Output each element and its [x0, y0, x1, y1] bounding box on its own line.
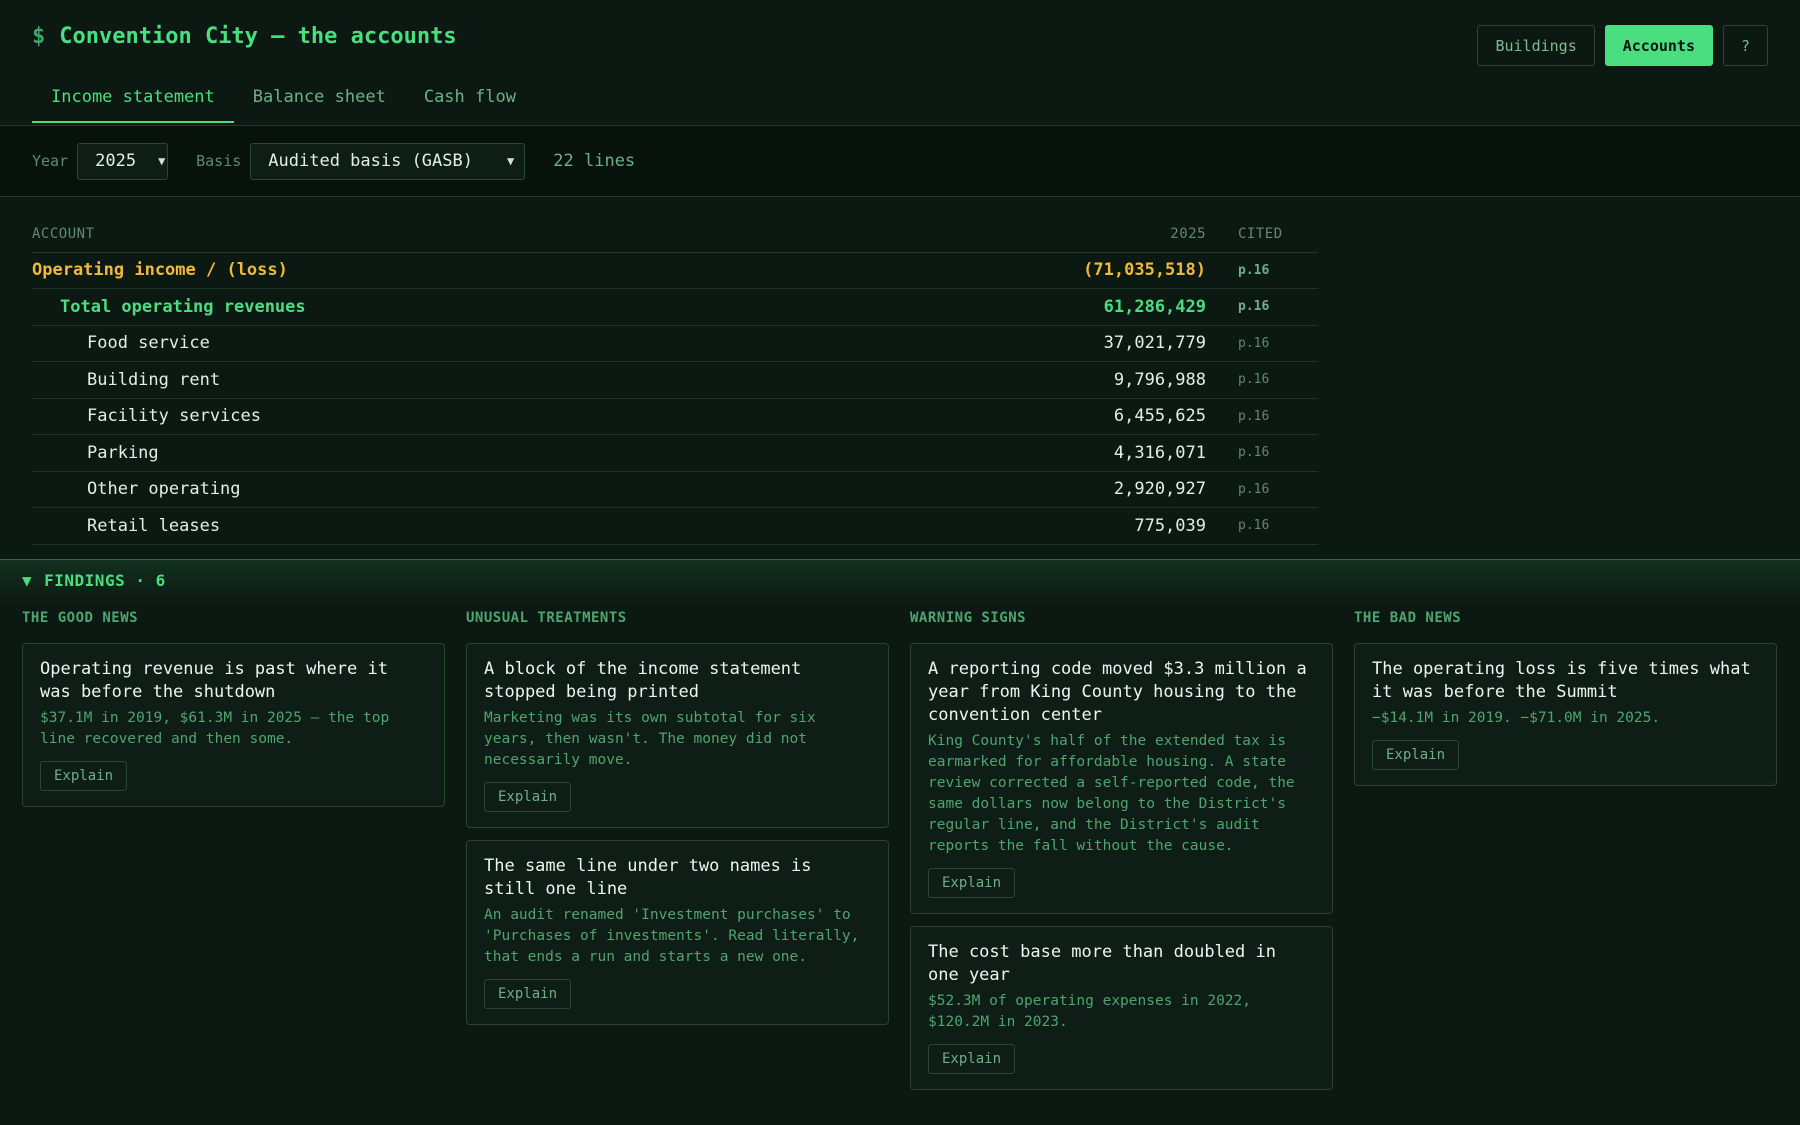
citation-link[interactable]: p.16 [1206, 471, 1318, 508]
account-value: 775,039 [842, 507, 1206, 545]
account-name: Other operating [32, 471, 843, 508]
column-header-account: ACCOUNT [32, 216, 843, 253]
column-header-cited: CITED [1206, 216, 1318, 253]
account-name: Operating income / (loss) [32, 252, 843, 289]
citation-link[interactable]: p.16 [1206, 434, 1318, 472]
finding-title: A reporting code moved $3.3 million a ye… [928, 659, 1307, 725]
citation-link[interactable]: p.16 [1206, 361, 1318, 399]
account-value: 4,316,071 [842, 434, 1206, 472]
finding-card: A block of the income statement stopped … [466, 643, 889, 828]
findings-column-unusual-treatments: UNUSUAL TREATMENTS A block of the income… [466, 610, 889, 1102]
account-name: Retail leases [32, 507, 843, 545]
account-value: 9,796,988 [842, 361, 1206, 399]
help-button[interactable]: ? [1723, 25, 1768, 66]
citation-link[interactable]: p.16 [1206, 325, 1318, 362]
findings-column-bad-news: THE BAD NEWS The operating loss is five … [1354, 610, 1777, 1102]
finding-card: The operating loss is five times what it… [1354, 643, 1777, 786]
table-row[interactable]: Other operating 2,920,927 p.16 [32, 471, 1318, 508]
year-label: Year [32, 152, 69, 170]
explain-button[interactable]: Explain [1372, 740, 1460, 770]
explain-button[interactable]: Explain [40, 761, 128, 791]
column-title: UNUSUAL TREATMENTS [466, 610, 627, 626]
explain-button[interactable]: Explain [484, 782, 572, 812]
table-row[interactable]: Retail leases 775,039 p.16 [32, 507, 1318, 545]
account-value: 61,286,429 [842, 288, 1206, 326]
chevron-down-icon: ▼ [507, 154, 515, 168]
account-name: Total operating revenues [32, 288, 843, 326]
tab-income-statement[interactable]: Income statement [32, 76, 234, 123]
account-value: 6,455,625 [842, 398, 1206, 435]
finding-title: The same line under two names is still o… [484, 856, 812, 899]
explain-button[interactable]: Explain [928, 868, 1016, 898]
account-value: 2,920,927 [842, 471, 1206, 508]
finding-body: Marketing was its own subtotal for six y… [484, 710, 816, 768]
accounts-button[interactable]: Accounts [1604, 25, 1713, 66]
account-name: Building rent [32, 361, 843, 399]
findings-panel: ▼ FINDINGS · 6 THE GOOD NEWS Operating re… [0, 559, 1800, 1125]
column-title: THE GOOD NEWS [22, 610, 139, 626]
finding-body: −$14.1M in 2019. −$71.0M in 2025. [1372, 710, 1661, 726]
account-name: Facility services [32, 398, 843, 435]
account-value: 37,021,779 [842, 325, 1206, 362]
findings-columns: THE GOOD NEWS Operating revenue is past … [22, 610, 1778, 1102]
view-switcher: Buildings Accounts ? [1477, 25, 1768, 66]
findings-toggle[interactable]: ▼ FINDINGS · 6 [22, 571, 166, 590]
findings-column-warning-signs: WARNING SIGNS A reporting code moved $3.… [910, 610, 1333, 1102]
citation-link[interactable]: p.16 [1206, 288, 1318, 326]
table-row[interactable]: Parking 4,316,071 p.16 [32, 434, 1318, 472]
account-name: Parking [32, 434, 843, 472]
basis-label: Basis [196, 152, 242, 170]
app-header: $ Convention City — the accounts Building… [0, 0, 1800, 126]
basis-select[interactable]: Audited basis (GASB) ▼ [250, 142, 526, 180]
finding-card: A reporting code moved $3.3 million a ye… [910, 643, 1333, 914]
page-title-text: Convention City — the accounts [59, 24, 457, 49]
statement-tabs: Income statement Balance sheet Cash flow [32, 76, 535, 123]
year-select[interactable]: 2025 ▼ [77, 142, 169, 180]
line-count: 22 lines [553, 151, 636, 171]
citation-link[interactable]: p.16 [1206, 252, 1318, 289]
findings-title: FINDINGS · 6 [44, 571, 166, 590]
basis-select-value: Audited basis (GASB) [268, 151, 473, 171]
table-header-row: ACCOUNT 2025 CITED [32, 216, 1318, 253]
citation-link[interactable]: p.16 [1206, 398, 1318, 435]
table-row[interactable]: Facility services 6,455,625 p.16 [32, 398, 1318, 435]
page-title: $ Convention City — the accounts [32, 24, 457, 49]
column-header-year: 2025 [842, 216, 1206, 253]
table-row[interactable]: Total operating revenues 61,286,429 p.16 [32, 288, 1318, 326]
finding-title: A block of the income statement stopped … [484, 659, 802, 702]
finding-body: $37.1M in 2019, $61.3M in 2025 — the top… [40, 710, 390, 747]
tab-cash-flow[interactable]: Cash flow [405, 76, 535, 123]
chevron-down-icon: ▼ [158, 154, 166, 168]
finding-body: King County's half of the extended tax i… [928, 733, 1295, 854]
explain-button[interactable]: Explain [928, 1044, 1016, 1074]
column-title: WARNING SIGNS [910, 610, 1027, 626]
account-name: Food service [32, 325, 843, 362]
dollar-icon: $ [32, 24, 46, 49]
income-statement-table: ACCOUNT 2025 CITED Operating income / (l… [32, 216, 1318, 545]
table-row[interactable]: Food service 37,021,779 p.16 [32, 325, 1318, 362]
citation-link[interactable]: p.16 [1206, 507, 1318, 545]
finding-body: An audit renamed 'Investment purchases' … [484, 907, 860, 965]
finding-card: The cost base more than doubled in one y… [910, 926, 1333, 1090]
column-title: THE BAD NEWS [1354, 610, 1462, 626]
finding-title: The cost base more than doubled in one y… [928, 942, 1276, 985]
tab-balance-sheet[interactable]: Balance sheet [234, 76, 405, 123]
buildings-button[interactable]: Buildings [1477, 25, 1595, 66]
finding-title: The operating loss is five times what it… [1372, 659, 1751, 702]
income-statement-table-area[interactable]: ACCOUNT 2025 CITED Operating income / (l… [0, 198, 1800, 559]
year-select-value: 2025 [95, 151, 137, 171]
filter-bar: Year 2025 ▼ Basis Audited basis (GASB) ▼… [0, 126, 1800, 197]
table-row[interactable]: Building rent 9,796,988 p.16 [32, 361, 1318, 399]
table-row[interactable]: Operating income / (loss) (71,035,518) p… [32, 252, 1318, 289]
account-value: (71,035,518) [842, 252, 1206, 289]
finding-card: Operating revenue is past where it was b… [22, 643, 445, 807]
triangle-down-icon: ▼ [22, 571, 33, 590]
finding-body: $52.3M of operating expenses in 2022, $1… [928, 993, 1252, 1030]
finding-title: Operating revenue is past where it was b… [40, 659, 388, 702]
findings-column-good-news: THE GOOD NEWS Operating revenue is past … [22, 610, 445, 1102]
finding-card: The same line under two names is still o… [466, 840, 889, 1025]
explain-button[interactable]: Explain [484, 979, 572, 1009]
